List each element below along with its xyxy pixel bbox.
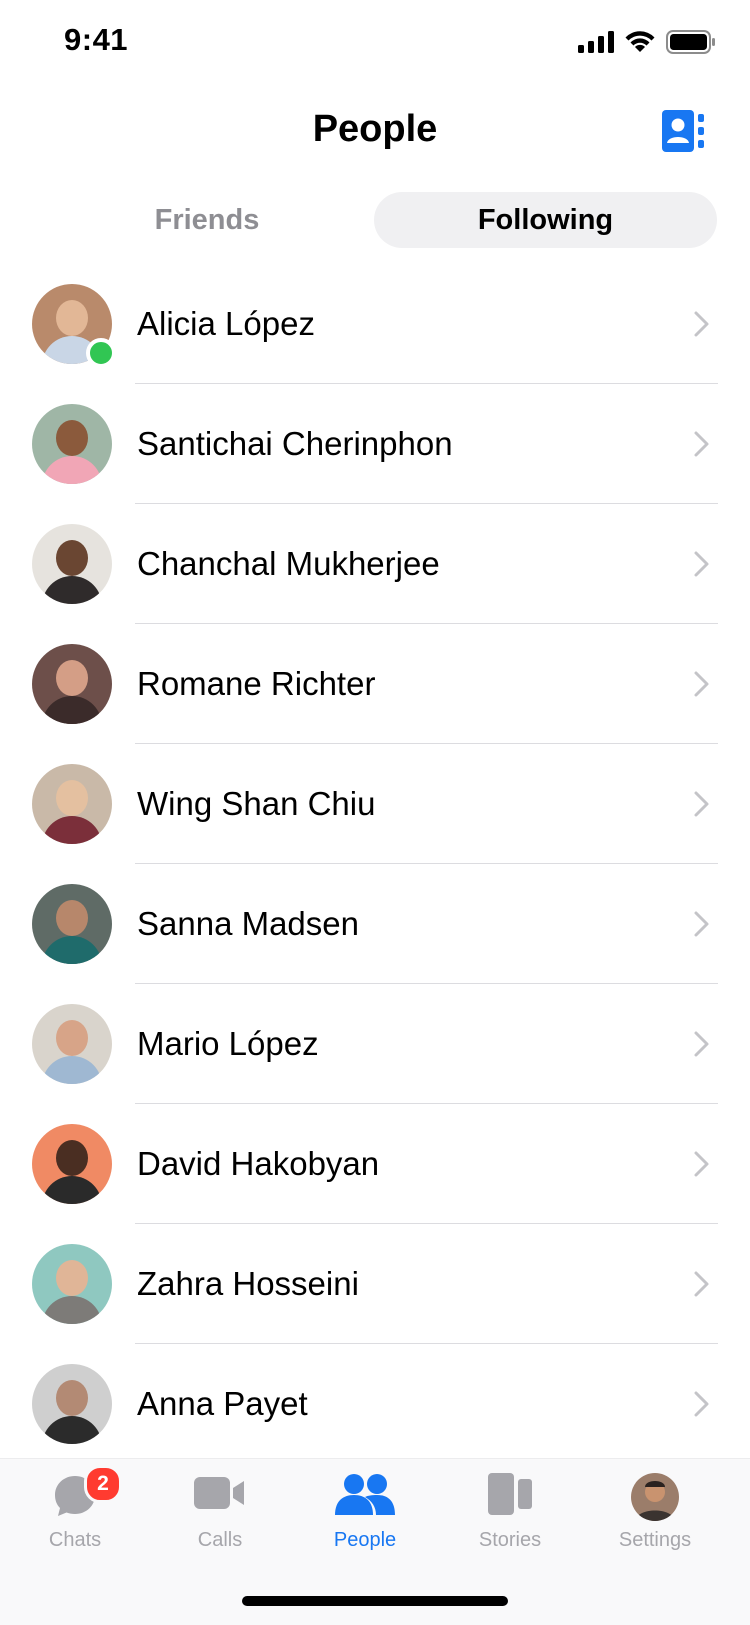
avatar-face: [56, 1260, 88, 1296]
avatar: [32, 1364, 112, 1444]
avatar-face: [56, 1140, 88, 1176]
avatar-shoulders: [42, 696, 102, 724]
cellular-signal-icon: [578, 31, 614, 53]
tab-label: Settings: [618, 1529, 692, 1551]
chevron-right-icon: [694, 1151, 709, 1177]
avatar-face: [56, 780, 88, 816]
status-time: 9:41: [64, 22, 129, 57]
person-name: Santichai Cherinphon: [137, 425, 453, 462]
unread-badge: 2: [84, 1465, 122, 1503]
segment-following[interactable]: Following: [374, 192, 717, 248]
chevron-right-icon: [694, 1271, 709, 1297]
avatar-shoulders: [42, 1056, 102, 1084]
list-item[interactable]: Mario López: [0, 984, 750, 1104]
list-item[interactable]: Anna Payet: [0, 1344, 750, 1464]
segmented-control: Friends Following: [37, 192, 717, 248]
avatar-face: [56, 900, 88, 936]
person-name: Wing Shan Chiu: [137, 785, 376, 822]
list-item[interactable]: Chanchal Mukherjee: [0, 504, 750, 624]
avatar: [32, 404, 112, 484]
avatar: [32, 764, 112, 844]
tab-label: People: [333, 1529, 397, 1551]
page-title: People: [312, 108, 438, 150]
list-item[interactable]: Sanna Madsen: [0, 864, 750, 984]
wifi-icon: [625, 31, 655, 52]
chevron-right-icon: [694, 911, 709, 937]
people-icon: [335, 1474, 395, 1515]
list-item[interactable]: Alicia López: [0, 264, 750, 384]
avatar: [32, 884, 112, 964]
chevron-right-icon: [694, 431, 709, 457]
avatar-shoulders: [42, 1176, 102, 1204]
avatar: [32, 1124, 112, 1204]
online-status-dot: [86, 338, 116, 368]
video-camera-icon: [194, 1477, 244, 1509]
avatar-shoulders: [42, 456, 102, 484]
battery-icon: [666, 30, 715, 54]
avatar-shoulders: [42, 1296, 102, 1324]
chevron-right-icon: [694, 671, 709, 697]
avatar-face: [56, 1380, 88, 1416]
avatar-face: [56, 420, 88, 456]
tab-label: Calls: [197, 1529, 243, 1551]
tab-calls[interactable]: Calls: [145, 1459, 295, 1569]
list-item[interactable]: Santichai Cherinphon: [0, 384, 750, 504]
tab-stories[interactable]: Stories: [435, 1459, 585, 1569]
avatar-shoulders: [42, 936, 102, 964]
home-indicator: [242, 1596, 508, 1606]
people-list: Alicia López Santichai Cherinphon Chanchal…: [0, 264, 750, 1464]
chevron-right-icon: [694, 1031, 709, 1057]
tab-settings[interactable]: Settings: [580, 1459, 730, 1569]
person-name: Anna Payet: [137, 1385, 308, 1422]
segment-friends[interactable]: Friends: [37, 192, 377, 248]
chevron-right-icon: [694, 311, 709, 337]
status-bar: 9:41: [0, 0, 750, 90]
person-name: Chanchal Mukherjee: [137, 545, 440, 582]
avatar-shoulders: [42, 1416, 102, 1444]
list-item[interactable]: David Hakobyan: [0, 1104, 750, 1224]
tab-people[interactable]: People: [290, 1459, 440, 1569]
person-name: David Hakobyan: [137, 1145, 380, 1182]
contacts-button[interactable]: [662, 110, 706, 152]
list-item[interactable]: Romane Richter: [0, 624, 750, 744]
person-name: Mario López: [137, 1025, 319, 1062]
header: People: [0, 98, 750, 168]
person-name: Alicia López: [137, 305, 315, 342]
list-item[interactable]: Zahra Hosseini: [0, 1224, 750, 1344]
avatar: [32, 644, 112, 724]
avatar-face: [56, 1020, 88, 1056]
chevron-right-icon: [694, 1391, 709, 1417]
avatar-face: [56, 540, 88, 576]
chevron-right-icon: [694, 791, 709, 817]
person-name: Zahra Hosseini: [137, 1265, 359, 1302]
avatar: [32, 524, 112, 604]
avatar: [32, 1244, 112, 1324]
status-icons: [578, 30, 716, 54]
person-name: Sanna Madsen: [137, 905, 359, 942]
avatar-face: [56, 660, 88, 696]
avatar-shoulders: [42, 576, 102, 604]
tab-label: Chats: [48, 1529, 102, 1551]
chevron-right-icon: [694, 551, 709, 577]
tab-label: Stories: [478, 1529, 542, 1551]
tab-chats[interactable]: 2 Chats: [0, 1459, 150, 1569]
profile-avatar-icon: [631, 1473, 679, 1521]
contacts-book-icon: [662, 110, 704, 152]
stories-icon: [488, 1473, 532, 1515]
person-name: Romane Richter: [137, 665, 376, 702]
avatar: [32, 1004, 112, 1084]
list-item[interactable]: Wing Shan Chiu: [0, 744, 750, 864]
avatar-face: [56, 300, 88, 336]
avatar-shoulders: [42, 816, 102, 844]
